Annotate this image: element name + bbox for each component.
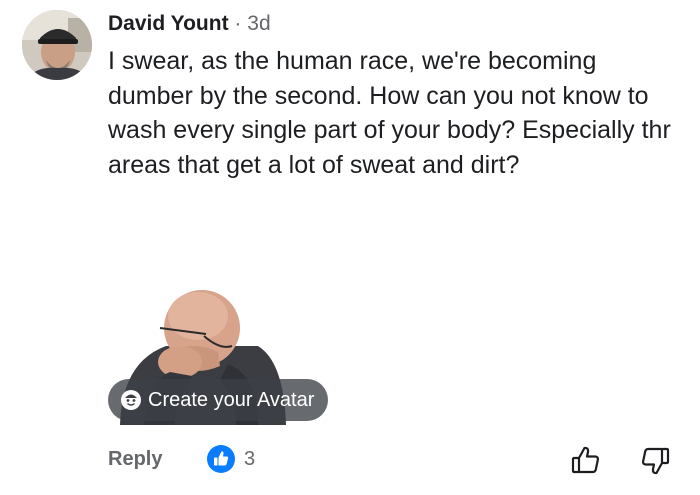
thumbs-up-icon[interactable]: [570, 444, 602, 476]
comment-actions: Reply 3: [108, 444, 680, 477]
author-name[interactable]: David Yount: [108, 12, 229, 35]
separator-dot: ·: [234, 12, 242, 35]
like-reaction-icon: [207, 445, 235, 473]
avatar-face-icon: [120, 389, 142, 411]
profile-photo: [22, 10, 92, 80]
timestamp[interactable]: 3d: [247, 12, 270, 35]
reaction-count: 3: [244, 447, 256, 470]
comment: David Yount · 3d I swear, as the human r…: [0, 0, 700, 495]
comment-header: David Yount · 3d: [108, 11, 271, 37]
reaction-summary[interactable]: 3: [207, 445, 255, 473]
create-avatar-label: Create your Avatar: [148, 388, 315, 411]
reply-button[interactable]: Reply: [108, 444, 162, 474]
create-avatar-button[interactable]: Create your Avatar: [108, 379, 329, 421]
comment-text: I swear, as the human race, we're becomi…: [108, 47, 671, 179]
avatar[interactable]: [22, 10, 92, 80]
thumbs-down-icon[interactable]: [639, 445, 671, 477]
